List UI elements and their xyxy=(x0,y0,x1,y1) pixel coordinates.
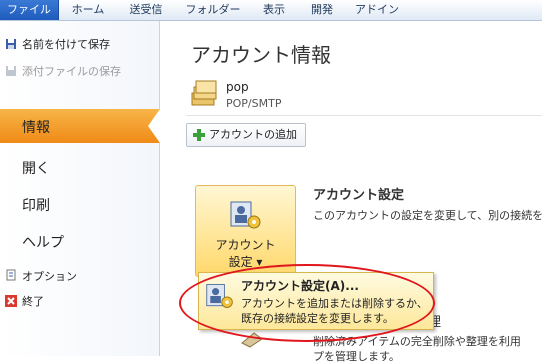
save-as-command[interactable]: 名前を付けて保存 xyxy=(22,36,110,52)
account-settings-label-1: アカウント xyxy=(215,238,276,252)
account-settings-heading: アカウント設定 xyxy=(313,188,405,203)
save-attachments-command[interactable]: 添付ファイルの保存 xyxy=(22,63,121,79)
account-name: pop xyxy=(226,80,249,94)
account-settings-icon xyxy=(230,201,261,229)
highlight-annotation-ellipse xyxy=(179,264,435,342)
divider xyxy=(186,115,542,116)
tab-file[interactable]: ファイル xyxy=(0,0,59,20)
save-as-icon xyxy=(6,39,16,49)
account-type: POP/SMTP xyxy=(226,97,282,110)
tab-folder[interactable]: フォルダー xyxy=(178,0,248,20)
tab-view[interactable]: 表示 xyxy=(252,0,296,20)
cleanup-description-2: プを管理します。 xyxy=(313,350,400,363)
plus-icon xyxy=(193,129,205,141)
exit-icon xyxy=(5,295,17,307)
tab-home[interactable]: ホーム xyxy=(60,0,116,20)
page-title: アカウント情報 xyxy=(191,43,331,67)
nav-help[interactable]: ヘルプ xyxy=(22,232,64,252)
nav-print[interactable]: 印刷 xyxy=(22,195,50,215)
nav-info[interactable]: 情報 xyxy=(22,117,50,137)
backstage-nav: 名前を付けて保存 添付ファイルの保存 情報 開く 印刷 ヘルプ オプション 終了 xyxy=(0,21,160,356)
save-attachments-icon xyxy=(6,66,16,76)
tab-send-receive[interactable]: 送受信 xyxy=(116,0,176,20)
nav-open[interactable]: 開く xyxy=(22,158,50,178)
add-account-label: アカウントの追加 xyxy=(209,128,297,141)
nav-options[interactable]: オプション xyxy=(22,268,77,284)
account-settings-button[interactable]: アカウント 設定 ▾ xyxy=(195,185,296,277)
nav-exit[interactable]: 終了 xyxy=(22,293,44,309)
account-settings-description: このアカウントの設定を変更して、別の接続を xyxy=(313,209,542,222)
account-stack-icon xyxy=(191,80,217,106)
nav-active-arrow xyxy=(148,109,160,143)
ribbon-tab-bar: ファイル ホーム 送受信 フォルダー 表示 開発 アドイン xyxy=(0,0,542,21)
options-icon xyxy=(6,269,16,281)
tab-add-ins[interactable]: アドイン xyxy=(348,0,406,20)
tab-developer[interactable]: 開発 xyxy=(300,0,344,20)
add-account-button[interactable]: アカウントの追加 xyxy=(186,123,306,147)
